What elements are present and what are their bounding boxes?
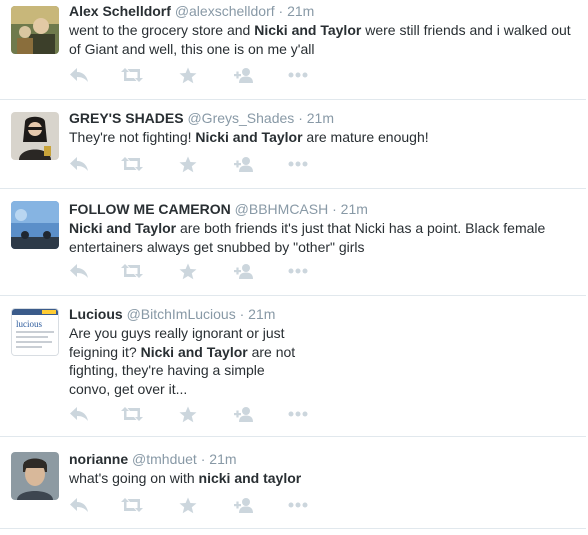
tweet-text-segment: are mature enough! bbox=[302, 129, 429, 145]
follow-icon[interactable] bbox=[234, 67, 256, 87]
tweet[interactable]: lucious Lucious @BitchImLucious · 21m Ar… bbox=[0, 296, 586, 437]
reply-icon[interactable] bbox=[69, 406, 91, 426]
tweet-timestamp[interactable]: 21m bbox=[248, 306, 275, 322]
tweet-text: Are you guys really ignorant or just fei… bbox=[69, 324, 309, 398]
retweet-icon[interactable] bbox=[121, 406, 143, 426]
avatar[interactable] bbox=[11, 452, 59, 500]
follow-icon[interactable] bbox=[234, 497, 256, 517]
retweet-icon[interactable] bbox=[121, 263, 143, 283]
separator-dot: · bbox=[332, 201, 337, 217]
avatar[interactable] bbox=[11, 6, 59, 54]
reply-icon[interactable] bbox=[69, 263, 91, 283]
tweet-fullname[interactable]: Alex Schelldorf bbox=[69, 3, 171, 19]
separator-dot: · bbox=[239, 306, 245, 322]
favorite-icon[interactable] bbox=[179, 406, 201, 426]
separator-dot: · bbox=[200, 451, 206, 467]
follow-icon[interactable] bbox=[234, 263, 256, 283]
more-icon[interactable] bbox=[288, 67, 310, 87]
tweet-timestamp[interactable]: 21m bbox=[209, 451, 236, 467]
avatar[interactable]: lucious bbox=[11, 308, 59, 356]
search-highlight: nicki and taylor bbox=[198, 470, 302, 486]
tweet-fullname[interactable]: norianne bbox=[69, 451, 128, 467]
tweet[interactable]: Alex Schelldorf @alexschelldorf · 21m we… bbox=[0, 0, 586, 100]
tweet-text-segment: went to the grocery store and bbox=[69, 22, 255, 38]
tweet[interactable]: norianne @tmhduet · 21m what's going on … bbox=[0, 437, 586, 529]
favorite-icon[interactable] bbox=[179, 156, 201, 176]
separator-dot: · bbox=[298, 110, 303, 126]
tweet-timestamp[interactable]: 21m bbox=[287, 3, 314, 19]
tweet-timestamp[interactable]: 21m bbox=[307, 110, 334, 126]
retweet-icon[interactable] bbox=[121, 67, 143, 87]
tweet-username[interactable]: @BBHMCASH bbox=[235, 201, 329, 217]
search-highlight: Nicki and Taylor bbox=[254, 22, 362, 38]
tweet-text: what's going on with nicki and taylor bbox=[69, 469, 576, 488]
tweet-text-segment: They're not fighting! bbox=[69, 129, 196, 145]
avatar[interactable] bbox=[11, 112, 59, 160]
favorite-icon[interactable] bbox=[179, 67, 201, 87]
avatar[interactable] bbox=[11, 201, 59, 249]
more-icon[interactable] bbox=[288, 263, 310, 283]
retweet-icon[interactable] bbox=[121, 156, 143, 176]
search-highlight: Nicki and Taylor bbox=[195, 129, 303, 145]
tweet[interactable]: FOLLOW ME CAMERON @BBHMCASH · 21m Nicki … bbox=[0, 189, 586, 296]
reply-icon[interactable] bbox=[69, 156, 91, 176]
tweet-timeline: Alex Schelldorf @alexschelldorf · 21m we… bbox=[0, 0, 588, 535]
tweet-username[interactable]: @Greys_Shades bbox=[187, 110, 294, 126]
tweet-text: Nicki and Taylor are both friends it's j… bbox=[69, 219, 576, 256]
search-highlight: Nicki and Taylor bbox=[69, 220, 177, 236]
more-icon[interactable] bbox=[288, 406, 310, 426]
more-icon[interactable] bbox=[288, 156, 310, 176]
tweet-text: went to the grocery store and Nicki and … bbox=[69, 21, 576, 58]
favorite-icon[interactable] bbox=[179, 263, 201, 283]
retweet-icon[interactable] bbox=[121, 497, 143, 517]
search-highlight: Nicki and Taylor bbox=[140, 343, 248, 360]
tweet-text-segment: what's going on with bbox=[69, 470, 199, 486]
separator-dot: · bbox=[278, 3, 284, 19]
tweet-username[interactable]: @tmhduet bbox=[132, 451, 197, 467]
tweet-username[interactable]: @alexschelldorf bbox=[175, 3, 275, 19]
reply-icon[interactable] bbox=[69, 497, 91, 517]
tweet-fullname[interactable]: GREY'S SHADES bbox=[69, 110, 184, 126]
tweet-username[interactable]: @BitchImLucious bbox=[127, 306, 236, 322]
tweet[interactable]: GREY'S SHADES @Greys_Shades · 21m They'r… bbox=[0, 100, 586, 189]
favorite-icon[interactable] bbox=[179, 497, 201, 517]
follow-icon[interactable] bbox=[234, 156, 256, 176]
tweet-timestamp[interactable]: 21m bbox=[341, 201, 368, 217]
more-icon[interactable] bbox=[288, 497, 310, 517]
tweet-text: They're not fighting! Nicki and Taylor a… bbox=[69, 128, 576, 147]
reply-icon[interactable] bbox=[69, 67, 91, 87]
tweet-fullname[interactable]: Lucious bbox=[69, 306, 123, 322]
follow-icon[interactable] bbox=[234, 406, 256, 426]
avatar-label: lucious bbox=[16, 319, 42, 329]
tweet-fullname[interactable]: FOLLOW ME CAMERON bbox=[69, 201, 231, 217]
